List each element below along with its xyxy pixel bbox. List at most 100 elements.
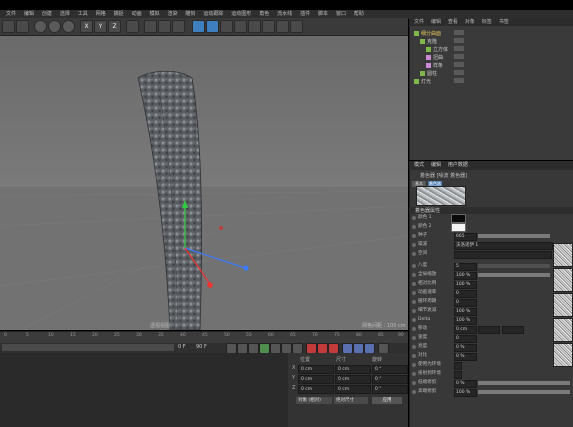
animate-dot-icon[interactable] bbox=[412, 282, 416, 286]
menu-help[interactable]: 帮助 bbox=[354, 10, 364, 18]
animate-dot-icon[interactable] bbox=[412, 318, 416, 322]
objmgr-menu-tags[interactable]: 标签 bbox=[482, 18, 492, 26]
octaves-field[interactable]: 5 bbox=[454, 263, 477, 271]
animate-dot-icon[interactable] bbox=[412, 336, 416, 340]
object-tag-icon[interactable] bbox=[454, 70, 464, 75]
menu-tracking[interactable]: 运动跟踪 bbox=[203, 10, 223, 18]
param-row-contrast[interactable]: 对比 0 % bbox=[412, 352, 572, 361]
menu-window[interactable]: 窗口 bbox=[336, 10, 346, 18]
object-tag-icon[interactable] bbox=[454, 54, 464, 59]
animate-dot-icon[interactable] bbox=[412, 390, 416, 394]
pen-icon[interactable] bbox=[206, 20, 219, 33]
animate-dot-icon[interactable] bbox=[412, 273, 416, 277]
param-row-speed[interactable]: 速度 0 bbox=[412, 334, 572, 343]
menu-file[interactable]: 文件 bbox=[6, 10, 16, 18]
objmgr-menu-bookmarks[interactable]: 书签 bbox=[499, 18, 509, 26]
object-row[interactable]: 立方体 bbox=[426, 46, 464, 53]
speed-field[interactable]: 0 bbox=[454, 335, 477, 343]
render-settings-icon[interactable] bbox=[172, 20, 185, 33]
param-row-relative-scale[interactable]: 相对比例 100 % bbox=[412, 280, 572, 289]
animate-dot-icon[interactable] bbox=[412, 345, 416, 349]
object-tag-icon[interactable] bbox=[454, 78, 464, 83]
rotation-p-field[interactable]: 0 ° bbox=[372, 375, 408, 384]
size-x-field[interactable]: 0 cm bbox=[335, 365, 371, 374]
camera-icon[interactable] bbox=[276, 20, 289, 33]
position-y-field[interactable]: 0 cm bbox=[298, 375, 334, 384]
noise-type-select[interactable]: 沃洛诺伊 1 bbox=[454, 242, 553, 250]
animate-dot-icon[interactable] bbox=[412, 252, 416, 256]
animate-dot-icon[interactable] bbox=[412, 234, 416, 238]
object-row[interactable]: 克隆 bbox=[420, 38, 464, 45]
render-active-icon[interactable] bbox=[158, 20, 171, 33]
high-clip-field[interactable]: 100 % bbox=[454, 389, 477, 397]
menu-edit[interactable]: 编辑 bbox=[24, 10, 34, 18]
coord-system-icon[interactable] bbox=[126, 20, 139, 33]
octaves-slider[interactable] bbox=[478, 264, 550, 268]
seed-field[interactable]: 665 bbox=[454, 233, 477, 241]
animate-dot-icon[interactable] bbox=[412, 225, 416, 229]
project-env-checkbox[interactable] bbox=[454, 371, 462, 379]
menu-simulate[interactable]: 模拟 bbox=[150, 10, 160, 18]
object-row[interactable]: 样条 bbox=[426, 62, 464, 69]
apply-button[interactable]: 应用 bbox=[372, 397, 402, 404]
param-row-brightness[interactable]: 亮度 0 % bbox=[412, 343, 572, 352]
menu-mesh[interactable]: 网格 bbox=[96, 10, 106, 18]
attr-menu-userdata[interactable]: 用户数据 bbox=[448, 161, 468, 170]
object-tag-icon[interactable] bbox=[454, 38, 464, 43]
move-tool-icon[interactable] bbox=[34, 20, 47, 33]
menu-character[interactable]: 角色 bbox=[259, 10, 269, 18]
object-row[interactable]: 灯光 bbox=[414, 78, 464, 85]
animate-dot-icon[interactable] bbox=[412, 363, 416, 367]
movement-y-field[interactable] bbox=[478, 326, 500, 334]
frame-range-bar[interactable] bbox=[2, 344, 174, 351]
object-tag-icon[interactable] bbox=[454, 62, 464, 67]
y-axis-lock-button[interactable]: Y bbox=[94, 20, 107, 33]
objmgr-menu-objects[interactable]: 对象 bbox=[465, 18, 475, 26]
param-row-use-as-env[interactable]: 使用为环境 bbox=[412, 361, 572, 370]
current-frame-field[interactable]: 0 F bbox=[178, 344, 186, 350]
low-clip-slider[interactable] bbox=[478, 381, 570, 385]
menu-sculpt[interactable]: 雕刻 bbox=[185, 10, 195, 18]
position-z-field[interactable]: 0 cm bbox=[298, 385, 334, 394]
global-scale-field[interactable]: 100 % bbox=[454, 272, 477, 280]
relative-scale-field[interactable]: 100 % bbox=[454, 281, 477, 289]
light-icon[interactable] bbox=[290, 20, 303, 33]
brightness-field[interactable]: 0 % bbox=[454, 344, 477, 352]
menu-snap[interactable]: 捕捉 bbox=[114, 10, 124, 18]
menu-animate[interactable]: 动画 bbox=[132, 10, 142, 18]
menu-tools[interactable]: 工具 bbox=[78, 10, 88, 18]
redo-icon[interactable] bbox=[16, 20, 29, 33]
subdivision-icon[interactable] bbox=[220, 20, 233, 33]
param-row-color1[interactable]: 颜色 1 bbox=[412, 214, 572, 222]
animate-dot-icon[interactable] bbox=[412, 216, 416, 220]
animate-dot-icon[interactable] bbox=[412, 309, 416, 313]
rotation-b-field[interactable]: 0 ° bbox=[372, 385, 408, 394]
scale-tool-icon[interactable] bbox=[48, 20, 61, 33]
contrast-field[interactable]: 0 % bbox=[454, 353, 477, 361]
space-select[interactable] bbox=[454, 251, 552, 259]
anim-speed-field[interactable]: 0 bbox=[454, 290, 477, 298]
animate-dot-icon[interactable] bbox=[412, 300, 416, 304]
object-tag-icon[interactable] bbox=[454, 30, 464, 35]
frame-scrubber[interactable]: 0 F 90 F bbox=[0, 343, 408, 354]
object-row[interactable]: 扭曲 bbox=[426, 54, 464, 61]
render-view-icon[interactable] bbox=[144, 20, 157, 33]
global-scale-slider[interactable] bbox=[478, 273, 550, 277]
x-axis-lock-button[interactable]: X bbox=[80, 20, 93, 33]
menu-script[interactable]: 脚本 bbox=[318, 10, 328, 18]
rotate-tool-icon[interactable] bbox=[62, 20, 75, 33]
object-tag-icon[interactable] bbox=[454, 46, 464, 51]
animate-dot-icon[interactable] bbox=[412, 264, 416, 268]
param-row-movement[interactable]: 移动 0 cm bbox=[412, 325, 572, 334]
rotation-h-field[interactable]: 0 ° bbox=[372, 365, 408, 374]
object-row[interactable]: 圆柱 bbox=[420, 70, 464, 77]
param-row-space[interactable]: 空间 bbox=[412, 250, 572, 259]
size-z-field[interactable]: 0 cm bbox=[335, 385, 371, 394]
attr-menu-mode[interactable]: 模式 bbox=[414, 161, 424, 170]
param-row-anim-speed[interactable]: 动画速率 0 bbox=[412, 289, 572, 298]
movement-z-field[interactable] bbox=[502, 326, 524, 334]
3d-viewport[interactable] bbox=[0, 36, 408, 330]
z-axis-lock-button[interactable]: Z bbox=[108, 20, 121, 33]
animate-dot-icon[interactable] bbox=[412, 243, 416, 247]
menu-select[interactable]: 选择 bbox=[60, 10, 70, 18]
